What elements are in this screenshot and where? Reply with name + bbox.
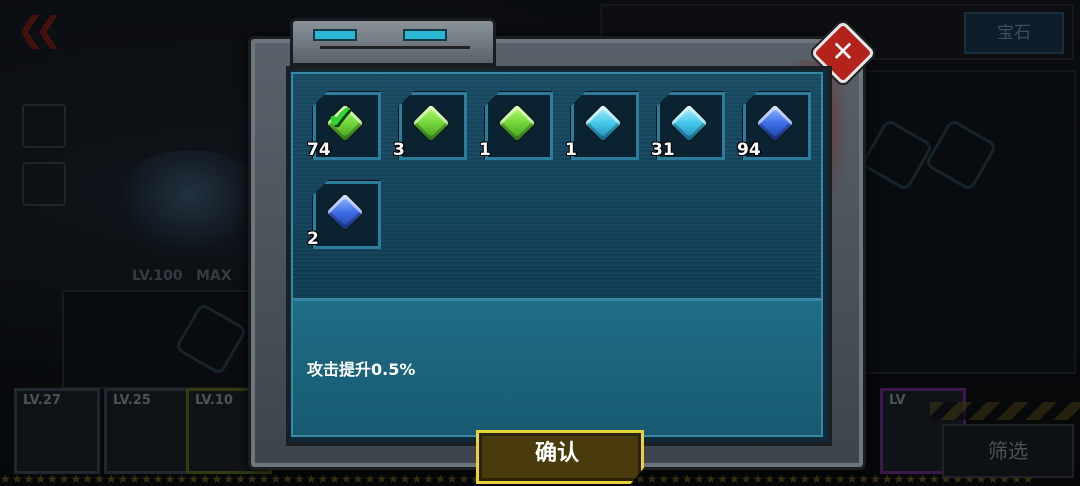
gem-count: 94 bbox=[737, 140, 761, 160]
ornament-rail bbox=[320, 46, 470, 49]
ornament-light bbox=[313, 29, 357, 41]
ornament-light bbox=[403, 29, 447, 41]
modal-header-ornament bbox=[290, 18, 496, 66]
selected-check-icon: ✔ bbox=[327, 98, 354, 136]
gem-count: 31 bbox=[651, 140, 675, 160]
gem-count: 1 bbox=[565, 140, 577, 160]
gem-count: 2 bbox=[307, 229, 319, 249]
gem-count: 1 bbox=[479, 140, 491, 160]
gem-count: 74 bbox=[307, 140, 331, 160]
confirm-button-label[interactable]: 确认 bbox=[476, 430, 638, 478]
gem-effect-text: 攻击提升0.5% bbox=[307, 360, 416, 379]
gem-count: 3 bbox=[393, 140, 405, 160]
